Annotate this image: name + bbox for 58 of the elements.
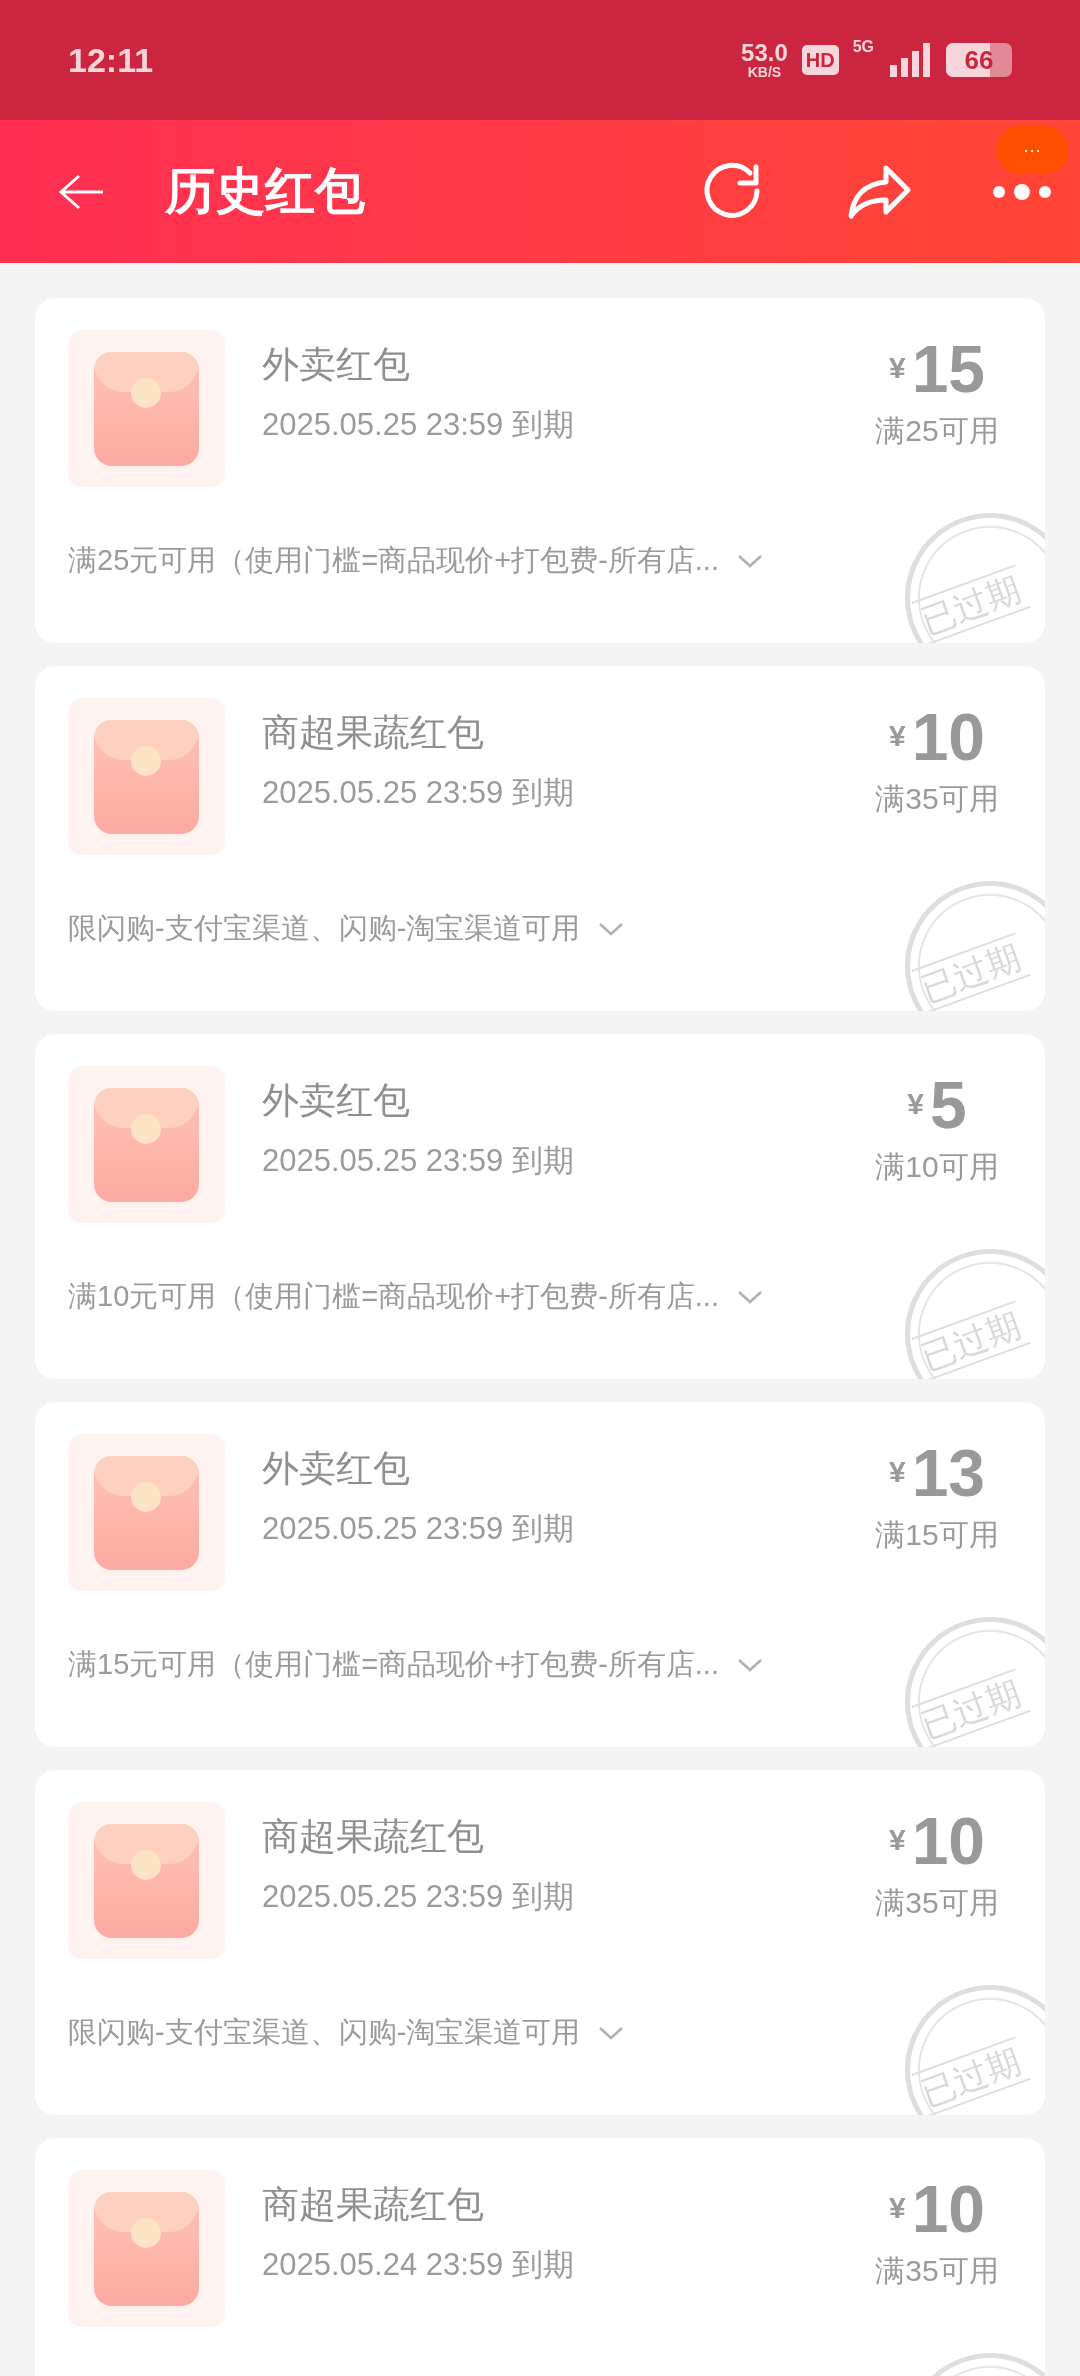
coupon-amount: 5 (930, 1072, 967, 1138)
coupon-card[interactable]: 商超果蔬红包 2025.05.24 23:59 到期 ¥10 满35可用 (35, 2138, 1045, 2376)
hd-badge: HD (801, 45, 839, 75)
currency-symbol: ¥ (888, 1454, 906, 1490)
coupon-description: 限闪购-支付宝渠道、闪购-淘宝渠道可用 (68, 911, 581, 946)
share-icon[interactable] (846, 163, 912, 220)
chevron-down-icon[interactable] (736, 552, 763, 569)
clock-time: 12:11 (68, 39, 154, 81)
expiry-date: 2025.05.25 23:59 到期 (262, 1878, 575, 1917)
chevron-down-icon[interactable] (598, 2024, 625, 2041)
envelope-icon (68, 330, 225, 487)
chevron-down-icon[interactable] (598, 920, 625, 937)
signal-icon (888, 43, 932, 77)
expiry-date: 2025.05.25 23:59 到期 (262, 406, 575, 445)
currency-symbol: ¥ (907, 1086, 924, 1122)
coupon-title: 外卖红包 (262, 1079, 411, 1123)
page-title: 历史红包 (165, 162, 365, 221)
expiry-date: 2025.05.25 23:59 到期 (262, 1510, 575, 1549)
coupon-amount: 15 (911, 336, 986, 402)
usage-condition: 满35可用 (875, 2253, 999, 2289)
envelope-icon (68, 1066, 225, 1223)
coupon-title: 商超果蔬红包 (262, 1815, 485, 1859)
usage-condition: 满15可用 (875, 1517, 999, 1553)
usage-condition: 满35可用 (875, 1885, 999, 1921)
envelope-icon (68, 2170, 225, 2327)
currency-symbol: ¥ (888, 1822, 906, 1858)
envelope-icon (68, 1802, 225, 1959)
expiry-date: 2025.05.25 23:59 到期 (262, 774, 575, 813)
chevron-down-icon[interactable] (736, 1656, 763, 1673)
coupon-description: 限闪购-支付宝渠道、闪购-淘宝渠道可用 (68, 2015, 581, 2050)
usage-condition: 满25可用 (875, 413, 999, 449)
coupon-description: 满15元可用（使用门槛=商品现价+打包费-所有店... (68, 1647, 719, 1682)
coupon-title: 外卖红包 (262, 1447, 411, 1491)
coupon-description: 满25元可用（使用门槛=商品现价+打包费-所有店... (68, 543, 719, 578)
usage-condition: 满10可用 (875, 1149, 999, 1185)
usage-condition: 满35可用 (875, 781, 999, 817)
expiry-date: 2025.05.24 23:59 到期 (262, 2246, 575, 2285)
coupon-title: 外卖红包 (262, 343, 411, 387)
coupon-amount: 10 (911, 2176, 986, 2242)
coupon-description: 满10元可用（使用门槛=商品现价+打包费-所有店... (68, 1279, 719, 1314)
notification-badge[interactable]: ··· (996, 126, 1068, 174)
currency-symbol: ¥ (888, 718, 906, 754)
coupon-title: 商超果蔬红包 (262, 711, 485, 755)
coupon-title: 商超果蔬红包 (262, 2183, 485, 2227)
more-icon[interactable] (992, 181, 1052, 202)
expiry-date: 2025.05.25 23:59 到期 (262, 1142, 575, 1181)
network-type: 5G (852, 37, 874, 57)
envelope-icon (68, 698, 225, 855)
coupon-amount: 10 (911, 1808, 986, 1874)
currency-symbol: ¥ (888, 2190, 906, 2226)
envelope-icon (68, 1434, 225, 1591)
network-speed: 53.0 (741, 41, 788, 65)
currency-symbol: ¥ (888, 350, 906, 386)
battery-level: 66 (964, 43, 994, 77)
speed-unit: KB/S (747, 65, 782, 79)
coupon-amount: 10 (911, 704, 986, 770)
coupon-amount: 13 (911, 1440, 986, 1506)
chevron-down-icon[interactable] (736, 1288, 763, 1305)
